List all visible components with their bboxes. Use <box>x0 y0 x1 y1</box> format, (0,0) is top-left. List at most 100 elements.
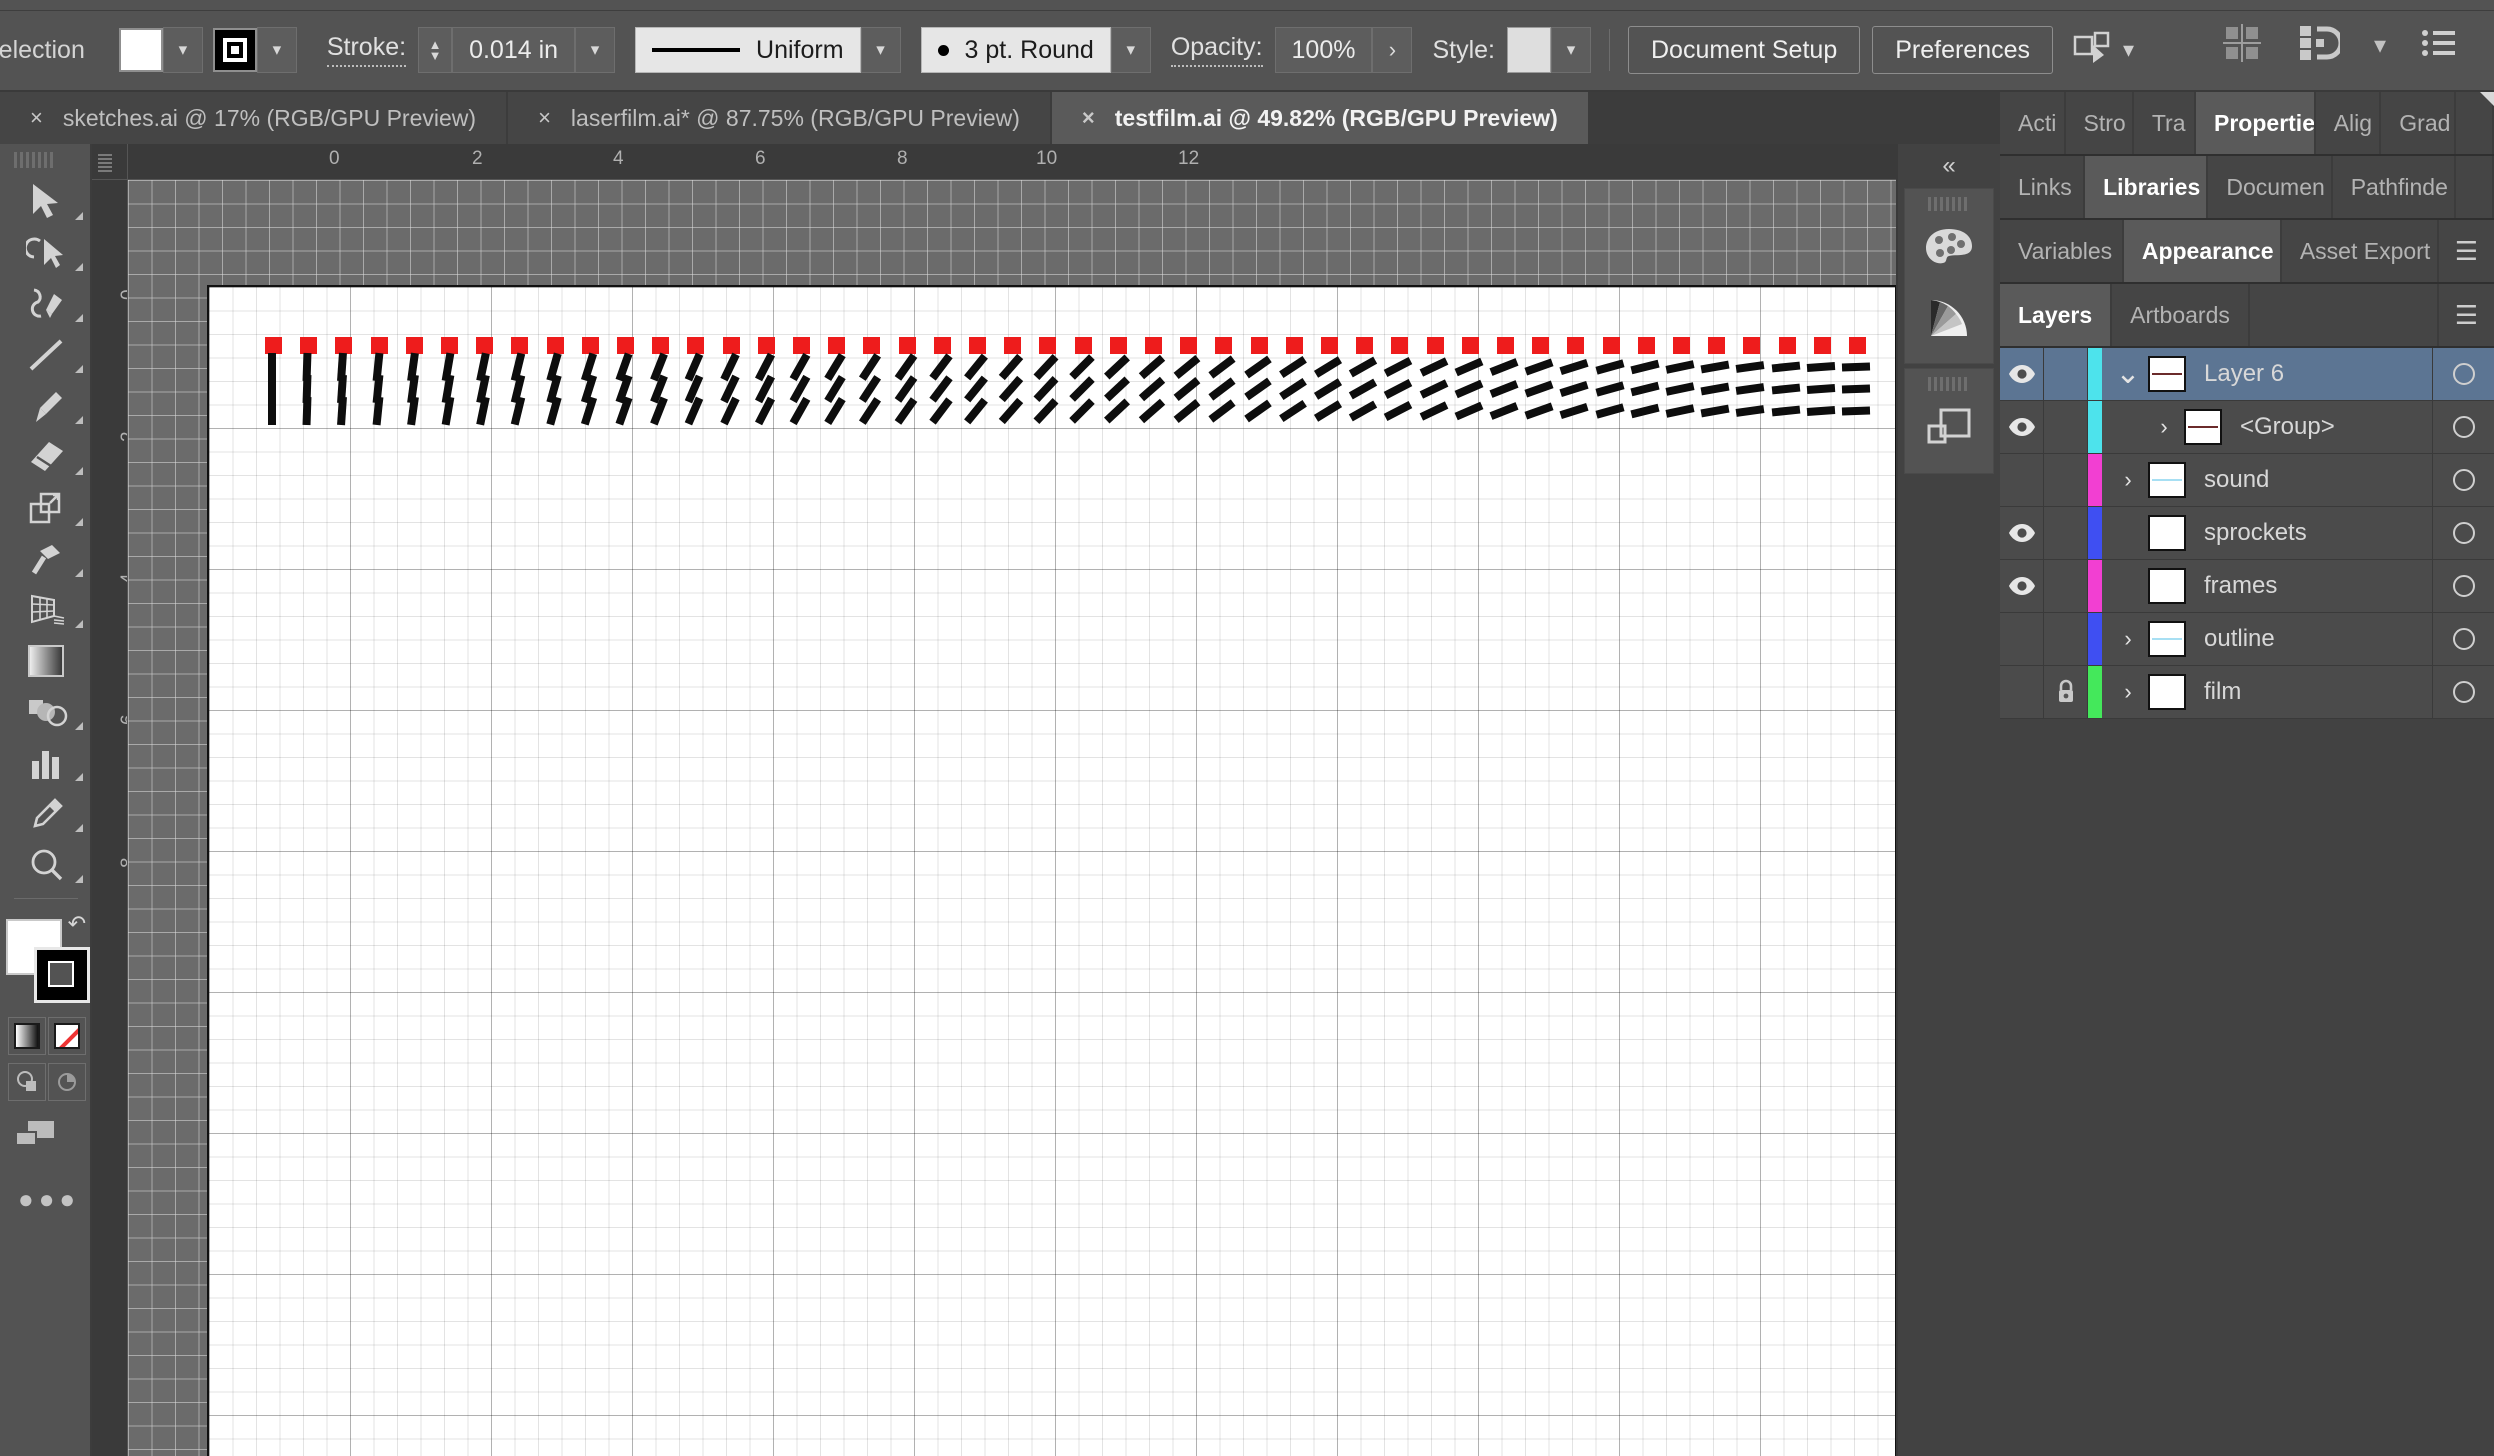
canvas-viewport[interactable] <box>128 180 1896 1456</box>
layer-row[interactable]: › <Group> <box>2000 401 2494 454</box>
stroke-color-indicator[interactable] <box>34 947 90 1003</box>
layer-content[interactable]: frames <box>2102 560 2432 612</box>
draw-inside-mode-button[interactable] <box>48 1063 86 1101</box>
tab-actions[interactable]: Acti <box>2000 92 2066 154</box>
layers-panel-menu-icon[interactable]: ☰ <box>2438 284 2494 346</box>
fill-swatch[interactable] <box>118 28 163 72</box>
layer-target-indicator[interactable] <box>2432 560 2494 612</box>
layers-quick-icon[interactable] <box>1905 393 1993 463</box>
layer-visibility-toggle[interactable] <box>2000 348 2044 400</box>
layers-list[interactable]: ⌄ Layer 6 › <Group> › sound sprockets frames › ou… <box>2000 92 2494 719</box>
stroke-weight-caret[interactable]: ▾ <box>575 27 616 73</box>
rail-group-grip[interactable] <box>1928 197 1970 211</box>
layer-content[interactable]: sprockets <box>2102 507 2432 559</box>
gradient-panel-icon[interactable] <box>1905 283 1993 353</box>
zoom-tool[interactable] <box>0 839 92 890</box>
tab-transform[interactable]: Tra <box>2133 92 2197 154</box>
none-mode-button[interactable] <box>48 1017 86 1055</box>
stroke-dropdown-caret[interactable]: ▾ <box>256 27 297 73</box>
layer-row[interactable]: frames <box>2000 560 2494 613</box>
puppet-warp-tool[interactable] <box>0 533 92 584</box>
layer-lock-toggle[interactable] <box>2044 613 2088 665</box>
color-panel-icon[interactable] <box>1905 213 1993 283</box>
layer-visibility-toggle[interactable] <box>2000 666 2044 718</box>
document-tab-sketches[interactable]: × sketches.ai @ 17% (RGB/GPU Preview) <box>0 92 509 144</box>
layer-content[interactable]: › film <box>2102 666 2432 718</box>
stroke-weight-stepper[interactable]: ▲ ▼ <box>418 27 453 73</box>
align-icon[interactable] <box>2222 23 2262 68</box>
gradient-tool[interactable] <box>0 635 92 686</box>
ruler-origin-corner[interactable] <box>92 144 128 180</box>
layer-row[interactable]: › film <box>2000 666 2494 719</box>
opacity-input[interactable]: 100% <box>1274 27 1373 73</box>
tab-properties[interactable]: Properties <box>2196 92 2316 154</box>
stroke-weight-input[interactable]: 0.014 in <box>452 27 576 73</box>
artboard[interactable] <box>207 285 1896 1456</box>
fill-stroke-control[interactable]: ↶ <box>0 907 92 1017</box>
gradient-mode-button[interactable] <box>8 1017 46 1055</box>
layer-expand-arrow-icon[interactable]: ⌄ <box>2108 359 2148 389</box>
layer-expand-arrow-icon[interactable]: › <box>2144 414 2184 440</box>
draw-normal-mode-button[interactable] <box>8 1063 46 1101</box>
document-setup-button[interactable]: Document Setup <box>1628 26 1861 74</box>
layer-content[interactable]: › outline <box>2102 613 2432 665</box>
tab-stroke[interactable]: Stro <box>2065 92 2134 154</box>
layer-visibility-toggle[interactable] <box>2000 613 2044 665</box>
tab-align[interactable]: Alig <box>2315 92 2382 154</box>
layer-lock-toggle[interactable] <box>2044 666 2088 718</box>
tab-links[interactable]: Links <box>2000 156 2086 218</box>
swap-fill-stroke-icon[interactable]: ↶ <box>68 911 86 937</box>
layer-target-indicator[interactable] <box>2432 507 2494 559</box>
tab-artboards[interactable]: Artboards <box>2112 284 2250 346</box>
layer-content[interactable]: ⌄ Layer 6 <box>2102 348 2432 400</box>
layer-lock-toggle[interactable] <box>2044 348 2088 400</box>
document-tab-laserfilm[interactable]: × laserfilm.ai* @ 87.75% (RGB/GPU Previe… <box>508 92 1052 144</box>
horizontal-ruler[interactable]: 0 2 4 6 8 10 12 <box>128 144 1896 180</box>
paintbrush-tool[interactable] <box>0 380 92 431</box>
shape-builder-tool[interactable] <box>0 686 92 737</box>
layer-target-indicator[interactable] <box>2432 613 2494 665</box>
layer-row[interactable]: › sound <box>2000 454 2494 507</box>
stroke-swatch-group[interactable]: ▾ <box>212 27 297 73</box>
document-tab-testfilm[interactable]: × testfilm.ai @ 49.82% (RGB/GPU Preview) <box>1051 92 1590 144</box>
close-icon[interactable]: × <box>30 105 43 131</box>
tab-asset-export[interactable]: Asset Export <box>2281 220 2439 282</box>
tab-variables[interactable]: Variables <box>2000 220 2124 282</box>
change-screen-mode-icon[interactable] <box>14 1119 90 1158</box>
layer-expand-arrow-icon[interactable]: › <box>2108 626 2148 652</box>
corner-cap-select[interactable]: 3 pt. Round <box>920 27 1111 73</box>
layer-row[interactable]: › outline <box>2000 613 2494 666</box>
preferences-button[interactable]: Preferences <box>1872 26 2054 74</box>
chevron-down-icon[interactable]: ▾ <box>2374 31 2386 60</box>
perspective-grid-tool[interactable] <box>0 584 92 635</box>
pen-tool[interactable] <box>0 278 92 329</box>
layer-content[interactable]: › <Group> <box>2102 401 2432 453</box>
layer-lock-toggle[interactable] <box>2044 401 2088 453</box>
tab-layers[interactable]: Layers <box>2000 284 2113 346</box>
layer-target-indicator[interactable] <box>2432 92 2494 400</box>
fill-dropdown-caret[interactable]: ▾ <box>162 27 203 73</box>
stroke-profile-select[interactable]: Uniform <box>635 27 861 73</box>
eraser-tool[interactable] <box>0 431 92 482</box>
more-tools-icon[interactable]: ●●● <box>18 1184 90 1215</box>
layer-expand-arrow-icon[interactable]: › <box>2108 679 2148 705</box>
rail-group-grip[interactable] <box>1928 377 1970 391</box>
slice-tool[interactable] <box>0 788 92 839</box>
tab-gradient[interactable]: Grad <box>2381 92 2456 154</box>
layer-visibility-toggle[interactable] <box>2000 560 2044 612</box>
column-graph-tool[interactable] <box>0 737 92 788</box>
selection-tool[interactable] <box>0 176 92 227</box>
stroke-swatch[interactable] <box>212 28 257 72</box>
layer-expand-arrow-icon[interactable]: › <box>2108 467 2148 493</box>
layer-content[interactable]: › sound <box>2102 454 2432 506</box>
tab-pathfinder[interactable]: Pathfinde <box>2332 156 2456 218</box>
style-caret[interactable]: ▾ <box>1551 27 1591 73</box>
arrange-icon[interactable] <box>2296 23 2344 68</box>
panel-menu-icon[interactable] <box>2420 26 2458 65</box>
layer-row[interactable]: ⌄ Layer 6 <box>2000 92 2494 401</box>
select-similar-caret-icon[interactable]: ▾ <box>2123 37 2134 63</box>
layer-target-indicator[interactable] <box>2432 454 2494 506</box>
tab-libraries[interactable]: Libraries <box>2085 156 2209 218</box>
corner-cap-caret[interactable]: ▾ <box>1110 27 1151 73</box>
layer-visibility-toggle[interactable] <box>2000 401 2044 453</box>
